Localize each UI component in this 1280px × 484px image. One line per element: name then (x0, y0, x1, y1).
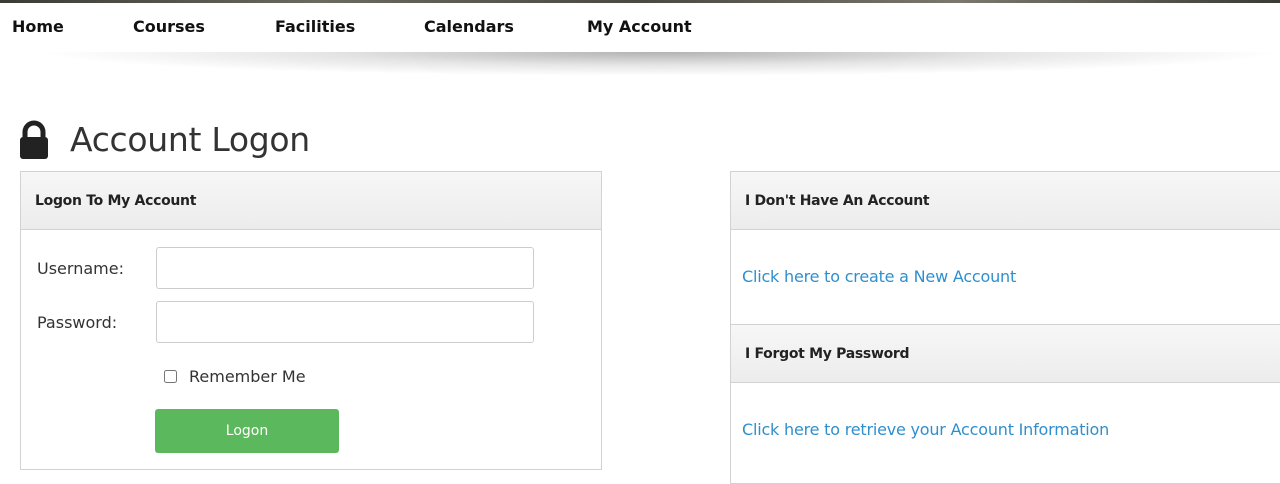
password-label: Password: (37, 313, 118, 332)
password-input[interactable] (156, 301, 534, 343)
lock-icon (20, 120, 48, 159)
page-title-text: Account Logon (70, 119, 310, 159)
logon-button[interactable]: Logon (155, 409, 339, 453)
remember-me-label: Remember Me (189, 367, 306, 386)
no-account-panel: I Don't Have An Account Click here to cr… (730, 171, 1280, 325)
top-navigation: Home Courses Facilities Calendars My Acc… (0, 0, 1280, 56)
nav-item-home[interactable]: Home (12, 17, 64, 36)
page-title: Account Logon (18, 115, 310, 163)
nav-shadow (40, 52, 1280, 104)
no-account-panel-header: I Don't Have An Account (731, 172, 1280, 230)
logon-panel-header: Logon To My Account (21, 172, 601, 230)
forgot-password-panel: I Forgot My Password Click here to retri… (730, 324, 1280, 484)
nav-item-facilities[interactable]: Facilities (275, 17, 355, 36)
nav-item-courses[interactable]: Courses (133, 17, 205, 36)
nav-item-calendars[interactable]: Calendars (424, 17, 514, 36)
remember-me[interactable]: Remember Me (164, 367, 306, 386)
create-account-link[interactable]: Click here to create a New Account (742, 267, 1016, 286)
username-label: Username: (37, 259, 124, 278)
retrieve-account-link[interactable]: Click here to retrieve your Account Info… (742, 420, 1109, 439)
remember-me-checkbox[interactable] (164, 370, 177, 383)
forgot-password-panel-header: I Forgot My Password (731, 325, 1280, 383)
nav-top-strip (0, 0, 1280, 3)
logon-panel: Logon To My Account Username: Password: … (20, 171, 602, 470)
username-input[interactable] (156, 247, 534, 289)
nav-item-my-account[interactable]: My Account (587, 17, 692, 36)
